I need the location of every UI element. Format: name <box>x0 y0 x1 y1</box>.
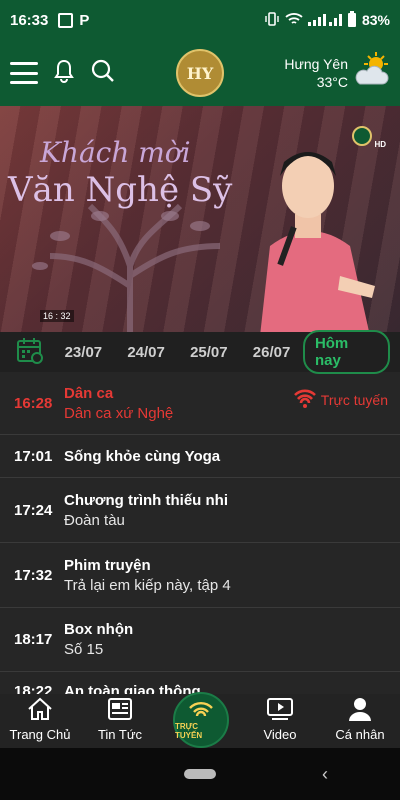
battery-icon <box>347 10 357 30</box>
program-subtitle: Số 15 <box>64 641 104 658</box>
menu-icon[interactable] <box>10 62 38 84</box>
nav-live[interactable]: TRỰC TUYẾN <box>160 692 240 748</box>
status-bar: 16:33 P 83% <box>0 0 400 40</box>
home-icon <box>27 697 53 724</box>
program-title: Chương trình thiếu nhi <box>64 491 228 509</box>
nav-home[interactable]: Trang Chủ <box>0 694 80 748</box>
wifi-icon <box>285 12 303 29</box>
video-timestamp: 16 : 32 <box>40 310 74 322</box>
back-chevron-icon[interactable]: ‹ <box>322 764 328 785</box>
schedule-row[interactable]: 17:24 Chương trình thiếu nhi Đoàn tàu <box>0 478 400 543</box>
gallery-notification-icon <box>58 12 74 28</box>
nav-news-label: Tin Tức <box>97 727 143 742</box>
calendar-icon[interactable] <box>16 336 44 369</box>
live-broadcast-icon <box>188 700 214 722</box>
hd-badge: HD <box>374 140 386 149</box>
today-button[interactable]: Hôm nay <box>302 330 391 374</box>
signal-icon <box>307 12 342 29</box>
weather-city: Hưng Yên <box>284 55 348 72</box>
nav-profile[interactable]: Cá nhân <box>320 694 400 748</box>
schedule-row-live[interactable]: 16:28 Dân ca Dân ca xứ Nghệ Trực tuyến <box>0 372 400 435</box>
p-notification-icon: P <box>79 11 90 29</box>
program-time: 18:17 <box>14 631 53 648</box>
app-root: 16:33 P 83% HY Hưng Yên 33°C Khách mời V… <box>0 0 400 800</box>
live-signal-icon <box>293 387 317 412</box>
schedule-list: 16:28 Dân ca Dân ca xứ Nghệ Trực tuyến 1… <box>0 372 400 694</box>
channel-logo <box>352 126 372 146</box>
app-header: HY Hưng Yên 33°C <box>0 40 400 106</box>
program-title: Phim truyện <box>64 556 151 574</box>
live-label: Trực tuyến <box>320 391 388 408</box>
program-time: 18:22 <box>14 683 53 694</box>
nav-home-label: Trang Chủ <box>9 727 71 742</box>
vibrate-icon <box>264 11 280 29</box>
nav-profile-label: Cá nhân <box>335 727 385 742</box>
user-icon <box>348 697 372 724</box>
date-tab[interactable]: 25/07 <box>177 344 240 361</box>
nav-video-label: Video <box>263 727 297 742</box>
date-tab[interactable]: 26/07 <box>240 344 303 361</box>
date-tab[interactable]: 23/07 <box>52 344 115 361</box>
program-title: An toàn giao thông <box>64 683 201 694</box>
program-time: 16:28 <box>14 394 53 412</box>
bottom-navigation: Trang Chủ Tin Tức TRỰC TUYẾN Video Cá nh… <box>0 692 400 748</box>
schedule-row[interactable]: 18:17 Box nhộn Số 15 <box>0 608 400 672</box>
weather-widget[interactable]: Hưng Yên 33°C <box>284 50 392 95</box>
program-time: 17:32 <box>14 566 53 584</box>
video-title-line1: Khách mời <box>40 136 191 169</box>
date-tab[interactable]: 24/07 <box>115 344 178 361</box>
home-gesture-pill[interactable] <box>184 769 216 779</box>
schedule-row[interactable]: 17:32 Phim truyện Trả lại em kiếp này, t… <box>0 543 400 608</box>
program-time: 17:24 <box>14 501 53 519</box>
status-time: 16:33 <box>10 11 49 29</box>
system-navigation-bar: ‹ <box>0 748 400 800</box>
battery-percent: 83% <box>361 12 390 28</box>
bell-icon[interactable] <box>52 58 76 89</box>
nav-news[interactable]: Tin Tức <box>80 694 160 748</box>
date-selector: 23/07 24/07 25/07 26/07 Hôm nay <box>0 330 400 374</box>
weather-temp: 33°C <box>316 73 348 90</box>
video-title-line2: Văn Nghệ Sỹ <box>8 170 233 210</box>
program-subtitle: Trả lại em kiếp này, tập 4 <box>64 576 231 594</box>
program-title: Sống khỏe cùng Yoga <box>64 447 221 465</box>
schedule-row[interactable]: 17:01 Sống khỏe cùng Yoga <box>0 435 400 478</box>
nav-live-label: TRỰC TUYẾN <box>175 722 203 740</box>
video-play-icon <box>266 697 294 724</box>
live-badge: Trực tuyến <box>293 387 388 412</box>
station-logo[interactable]: HY <box>176 49 224 97</box>
nav-video[interactable]: Video <box>240 694 320 748</box>
singer-figure <box>260 152 375 332</box>
program-title: Box nhộn <box>64 621 134 638</box>
video-player[interactable]: Khách mời Văn Nghệ Sỹ HD 16 : 32 <box>0 106 400 332</box>
newspaper-icon <box>107 697 133 724</box>
program-time: 17:01 <box>14 447 53 465</box>
schedule-row[interactable]: 18:22 An toàn giao thông <box>0 672 400 694</box>
program-subtitle: Đoàn tàu <box>64 511 125 529</box>
search-icon[interactable] <box>90 58 116 89</box>
partly-cloudy-icon <box>352 50 392 95</box>
